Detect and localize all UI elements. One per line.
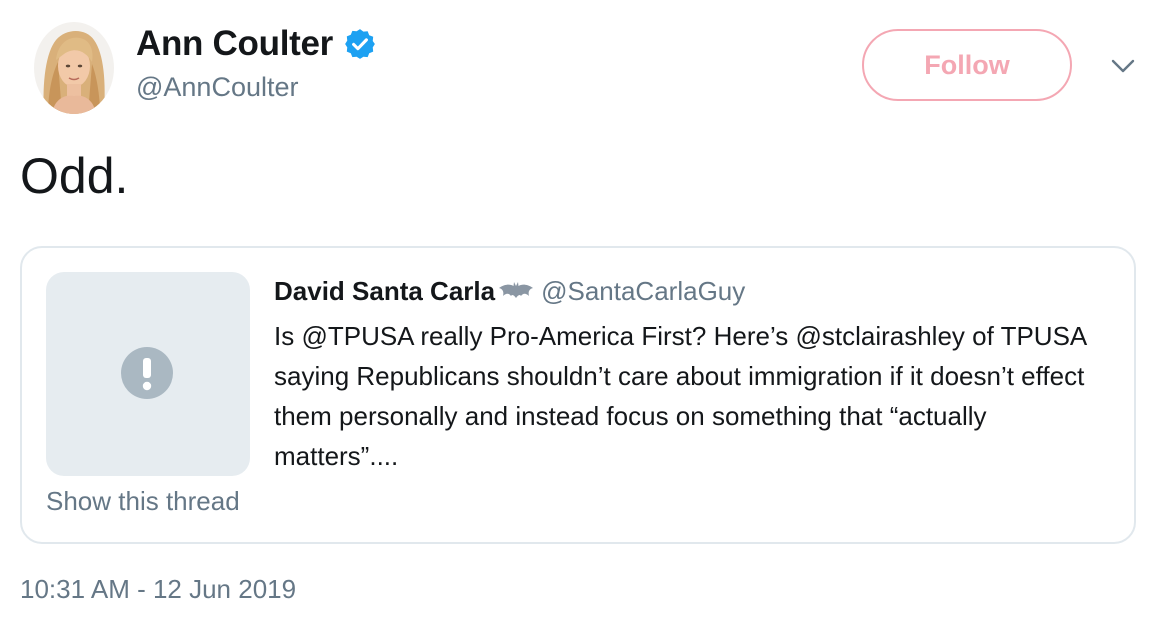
author-display-name[interactable]: Ann Coulter (136, 24, 333, 64)
show-thread-link[interactable]: Show this thread (46, 486, 240, 517)
chevron-down-icon[interactable] (1110, 56, 1136, 76)
verified-badge-icon (345, 29, 375, 59)
quoted-author-name: David Santa Carla (274, 276, 496, 306)
quoted-tweet-card[interactable]: Show this thread David Santa Carla @Sant… (20, 246, 1136, 544)
author-name-row: Ann Coulter (136, 22, 377, 66)
quoted-author-handle: @SantaCarlaGuy (541, 276, 746, 306)
tweet-text: Odd. (20, 148, 129, 204)
bat-icon (499, 281, 534, 298)
quoted-author-row: David Santa Carla @SantaCarlaGuy (274, 276, 745, 307)
quoted-tweet-text: Is @TPUSA really Pro-America First? Here… (274, 321, 1086, 471)
author-avatar[interactable] (34, 22, 114, 114)
quoted-media-placeholder[interactable] (46, 272, 250, 476)
tweet-timestamp[interactable]: 10:31 AM - 12 Jun 2019 (20, 574, 296, 605)
alert-icon (121, 347, 173, 399)
profile-photo-icon (34, 22, 114, 114)
follow-button[interactable]: Follow (862, 29, 1072, 101)
author-handle[interactable]: @AnnCoulter (136, 72, 299, 103)
